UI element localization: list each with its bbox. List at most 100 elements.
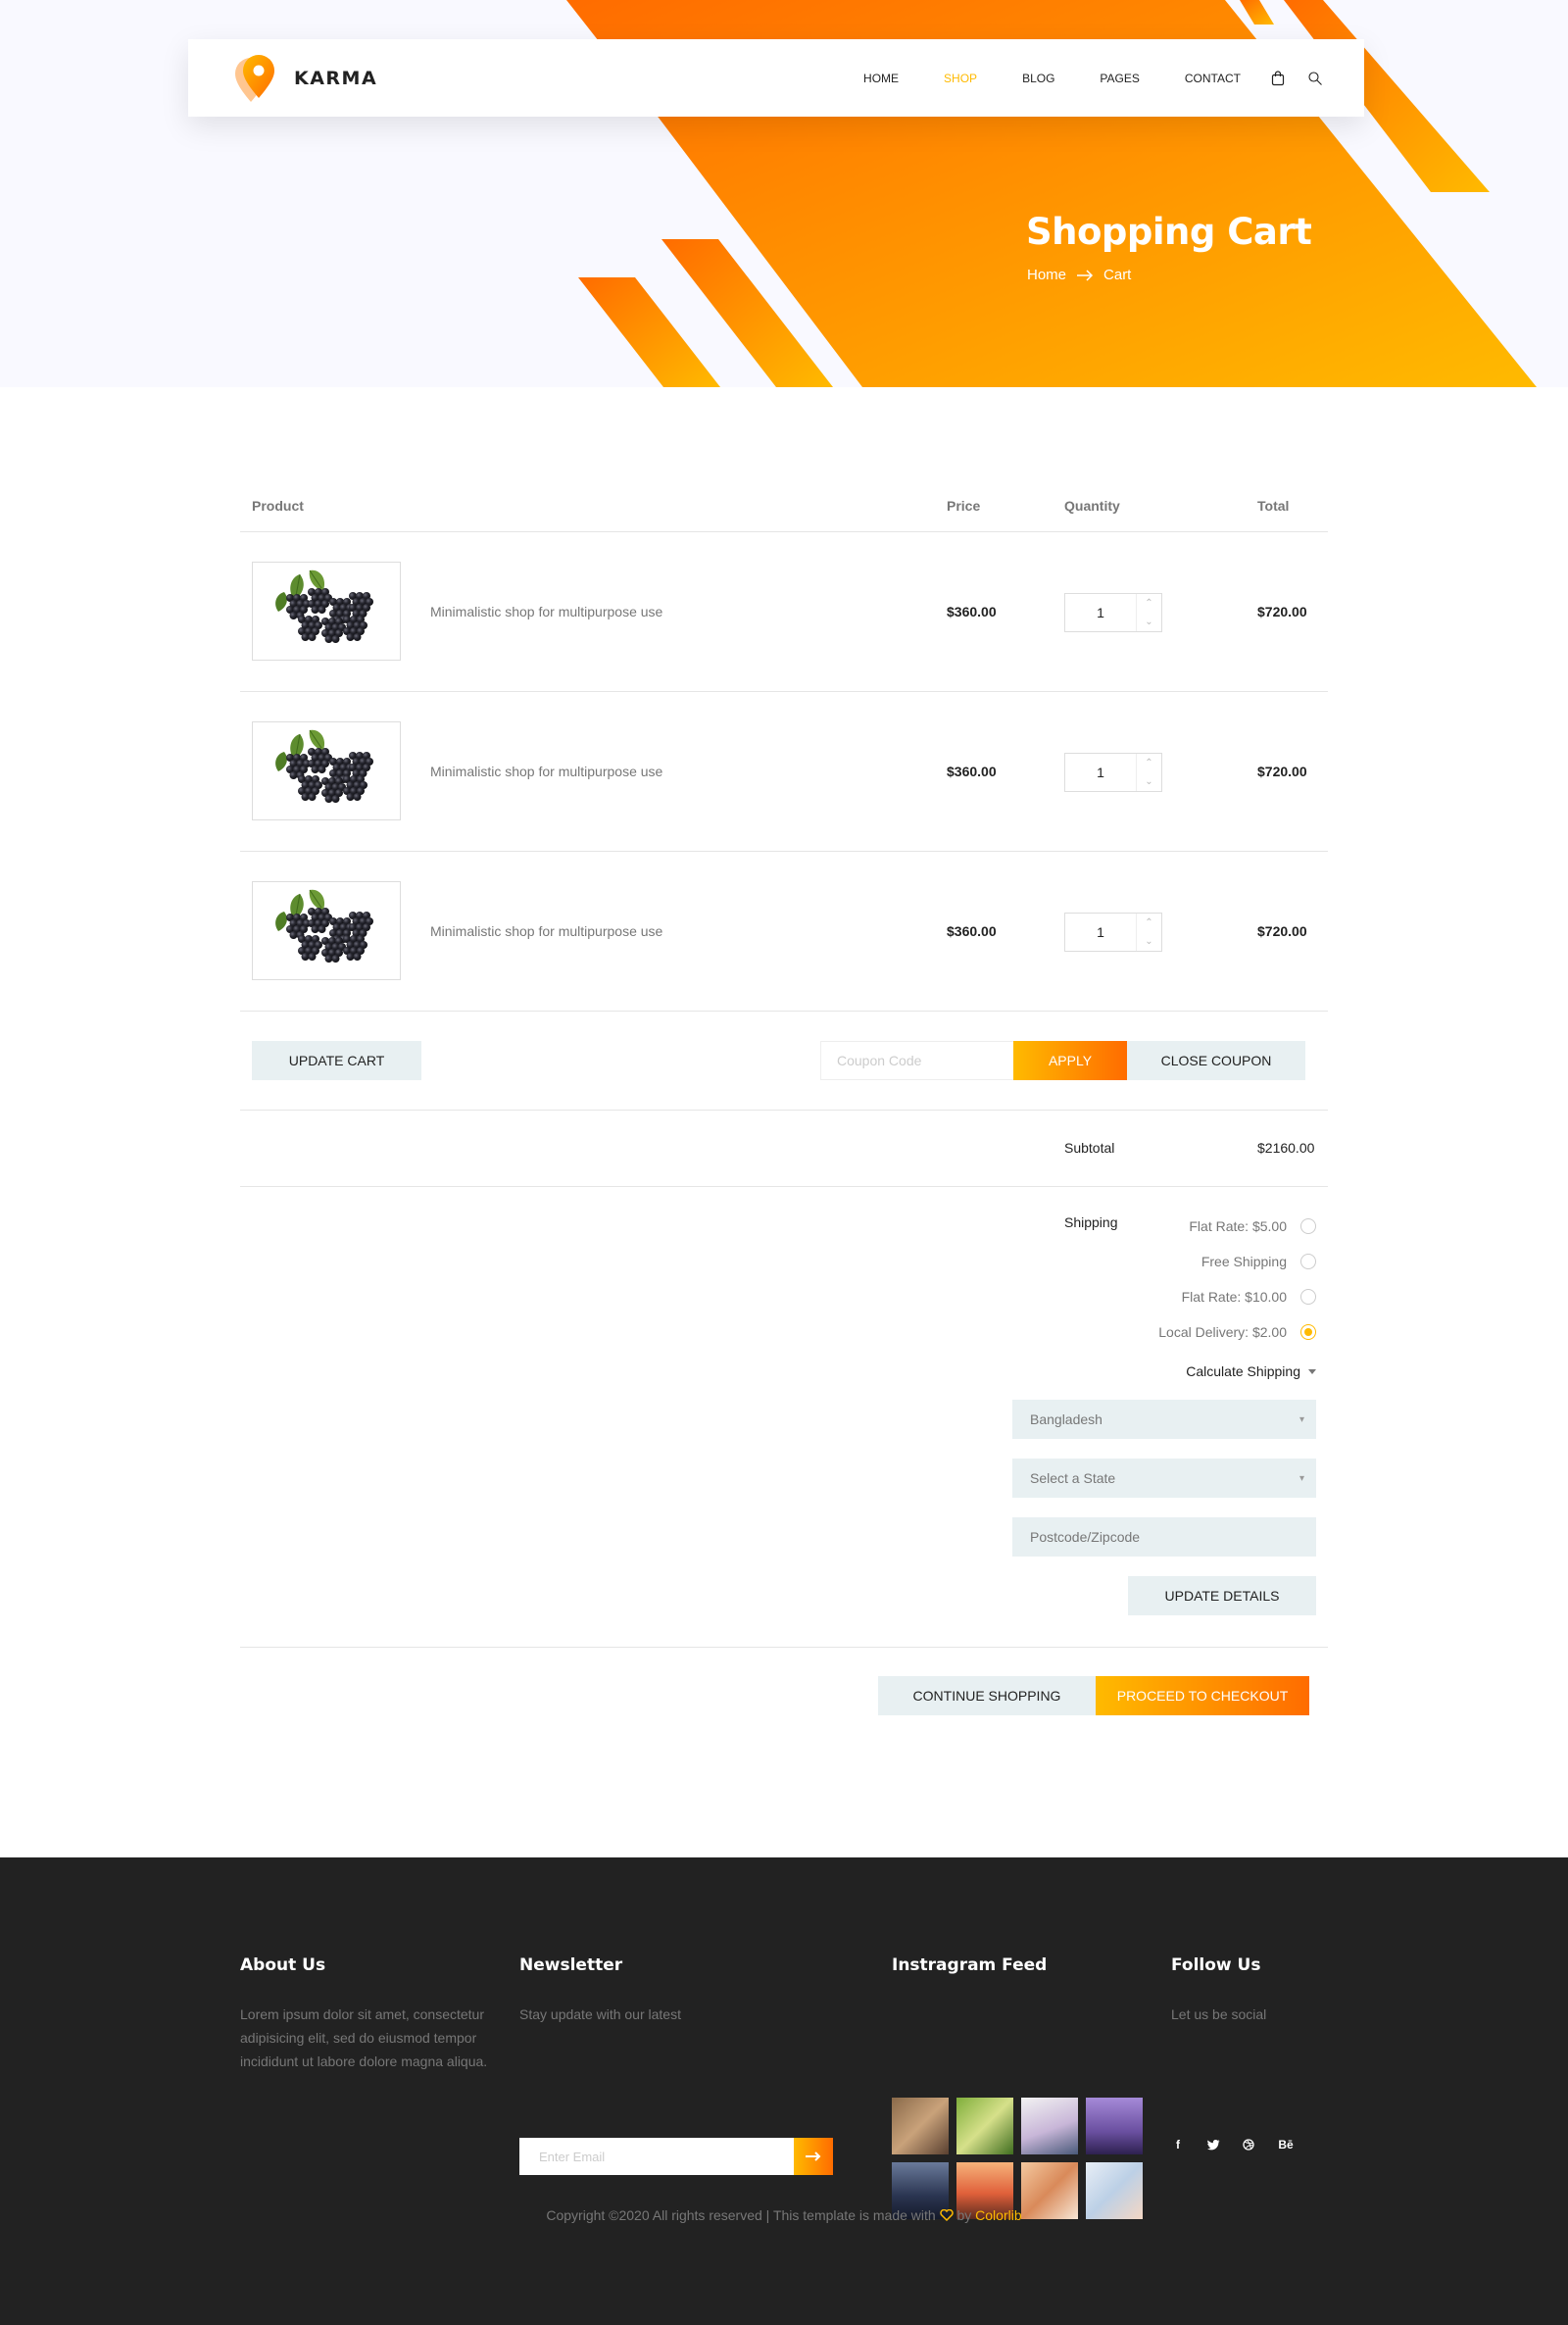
state-select-value: Select a State [1030,1470,1116,1486]
product-image[interactable] [252,721,401,820]
country-select-value: Bangladesh [1030,1411,1102,1427]
coupon-input[interactable] [820,1041,1014,1080]
twitter-icon[interactable] [1206,2138,1220,2152]
nav-contact[interactable]: CONTACT [1185,72,1241,85]
facebook-icon[interactable]: f [1171,2138,1185,2152]
newsletter-email-input[interactable] [519,2138,794,2175]
product-total: $720.00 [1257,923,1307,939]
shipping-option-label: Local Delivery: $2.00 [1158,1324,1287,1340]
long-arrow-right-icon [806,2152,821,2161]
close-coupon-button[interactable]: CLOSE COUPON [1127,1041,1305,1080]
shipping-option-flat-5[interactable]: Flat Rate: $5.00 [1189,1218,1316,1234]
country-select[interactable]: Bangladesh ▾ [1012,1400,1316,1439]
chevron-down-icon[interactable]: ⌄ [1137,932,1161,951]
page-title: Shopping Cart [1026,211,1312,253]
shipping-option-flat-10[interactable]: Flat Rate: $10.00 [1182,1289,1316,1305]
nav-blog[interactable]: BLOG [1022,72,1054,85]
logo-icon [235,55,274,102]
footer-follow-title: Follow Us [1171,1955,1261,1975]
calculate-shipping-toggle[interactable]: Calculate Shipping [1186,1363,1316,1379]
product-name[interactable]: Minimalistic shop for multipurpose use [430,923,662,939]
postcode-placeholder: Postcode/Zipcode [1030,1529,1141,1545]
update-cart-button[interactable]: UPDATE CART [252,1041,421,1080]
chevron-down-icon: ▾ [1298,1473,1304,1484]
heart-icon [939,2209,954,2221]
radio-button[interactable] [1300,1289,1316,1305]
product-total: $720.00 [1257,764,1307,779]
product-name[interactable]: Minimalistic shop for multipurpose use [430,764,662,779]
search-icon[interactable] [1307,71,1323,86]
header-price: Price [947,498,981,514]
shopping-bag-icon[interactable] [1270,70,1286,86]
shipping-option-local-delivery[interactable]: Local Delivery: $2.00 [1158,1324,1316,1340]
radio-button[interactable] [1300,1218,1316,1234]
table-row: Minimalistic shop for multipurpose use $… [240,692,1328,852]
footer-newsletter-title: Newsletter [519,1955,623,1975]
footer-instagram: Instragram Feed [892,1955,1147,2230]
calculate-shipping-label: Calculate Shipping [1186,1363,1300,1379]
quantity-input[interactable] [1065,594,1136,631]
footer-follow: Follow Us Let us be social f Bē [1171,1955,1328,2181]
instagram-photo[interactable] [892,2098,949,2154]
table-row: Minimalistic shop for multipurpose use $… [240,852,1328,1012]
social-links: f Bē [1171,2138,1316,2152]
newsletter-form [519,2138,833,2175]
product-price: $360.00 [947,764,997,779]
product-image[interactable] [252,881,401,980]
subtotal-row: Subtotal $2160.00 [240,1111,1328,1187]
instagram-photo[interactable] [1021,2098,1078,2154]
breadcrumb-cart-link[interactable]: Cart [1103,267,1131,283]
colorlib-link[interactable]: Colorlib [975,2207,1021,2223]
chevron-up-icon[interactable]: ⌃ [1137,914,1161,932]
cart-table: Product Price Quantity Total Minimalisti… [240,480,1328,1726]
quantity-stepper[interactable]: ⌃ ⌄ [1064,593,1162,632]
site-footer: About Us Lorem ipsum dolor sit amet, con… [0,1857,1568,2325]
subtotal-value: $2160.00 [1257,1140,1315,1156]
chevron-down-icon[interactable]: ⌄ [1137,772,1161,791]
continue-shopping-button[interactable]: CONTINUE SHOPPING [878,1676,1096,1715]
shipping-option-label: Flat Rate: $10.00 [1181,1289,1287,1305]
shipping-option-free[interactable]: Free Shipping [1201,1254,1316,1269]
copyright-by: by [956,2207,972,2223]
shipping-label: Shipping [1064,1214,1118,1230]
update-details-button[interactable]: UPDATE DETAILS [1128,1576,1316,1615]
cart-actions: UPDATE CART APPLY CLOSE COUPON [240,1012,1328,1111]
quantity-stepper[interactable]: ⌃ ⌄ [1064,753,1162,792]
behance-icon[interactable]: Bē [1277,2138,1295,2152]
subtotal-label: Subtotal [1064,1140,1115,1156]
product-price: $360.00 [947,923,997,939]
product-name[interactable]: Minimalistic shop for multipurpose use [430,604,662,619]
state-select[interactable]: Select a State ▾ [1012,1459,1316,1498]
table-row: Minimalistic shop for multipurpose use $… [240,532,1328,692]
header-total: Total [1257,498,1290,514]
shipping-option-label: Flat Rate: $5.00 [1189,1218,1287,1234]
dribbble-icon[interactable] [1242,2138,1255,2152]
chevron-up-icon[interactable]: ⌃ [1137,754,1161,772]
cart-table-header: Product Price Quantity Total [240,480,1328,532]
chevron-down-icon[interactable]: ⌄ [1137,613,1161,631]
nav-shop[interactable]: SHOP [944,72,977,85]
instagram-photo[interactable] [956,2098,1013,2154]
quantity-input[interactable] [1065,914,1136,951]
quantity-stepper[interactable]: ⌃ ⌄ [1064,913,1162,952]
footer-instagram-title: Instragram Feed [892,1955,1048,1975]
apply-coupon-button[interactable]: APPLY [1013,1041,1127,1080]
proceed-to-checkout-button[interactable]: PROCEED TO CHECKOUT [1096,1676,1309,1715]
shipping-section: Shipping Flat Rate: $5.00 Free Shipping … [240,1187,1328,1648]
newsletter-submit-button[interactable] [794,2138,833,2175]
chevron-up-icon[interactable]: ⌃ [1137,594,1161,613]
product-image[interactable] [252,562,401,661]
quantity-input[interactable] [1065,754,1136,791]
footer-newsletter-text: Stay update with our latest [519,2006,681,2022]
instagram-photo[interactable] [1086,2098,1143,2154]
nav-home[interactable]: HOME [863,72,899,85]
radio-button-checked[interactable] [1300,1324,1316,1340]
header-product: Product [252,498,304,514]
nav-pages[interactable]: PAGES [1100,72,1139,85]
chevron-down-icon: ▾ [1298,1414,1304,1425]
breadcrumb-home-link[interactable]: Home [1027,267,1066,283]
logo[interactable]: KARMA [229,53,377,104]
brand-name: KARMA [294,68,378,89]
postcode-field[interactable]: Postcode/Zipcode [1012,1517,1316,1557]
radio-button[interactable] [1300,1254,1316,1269]
